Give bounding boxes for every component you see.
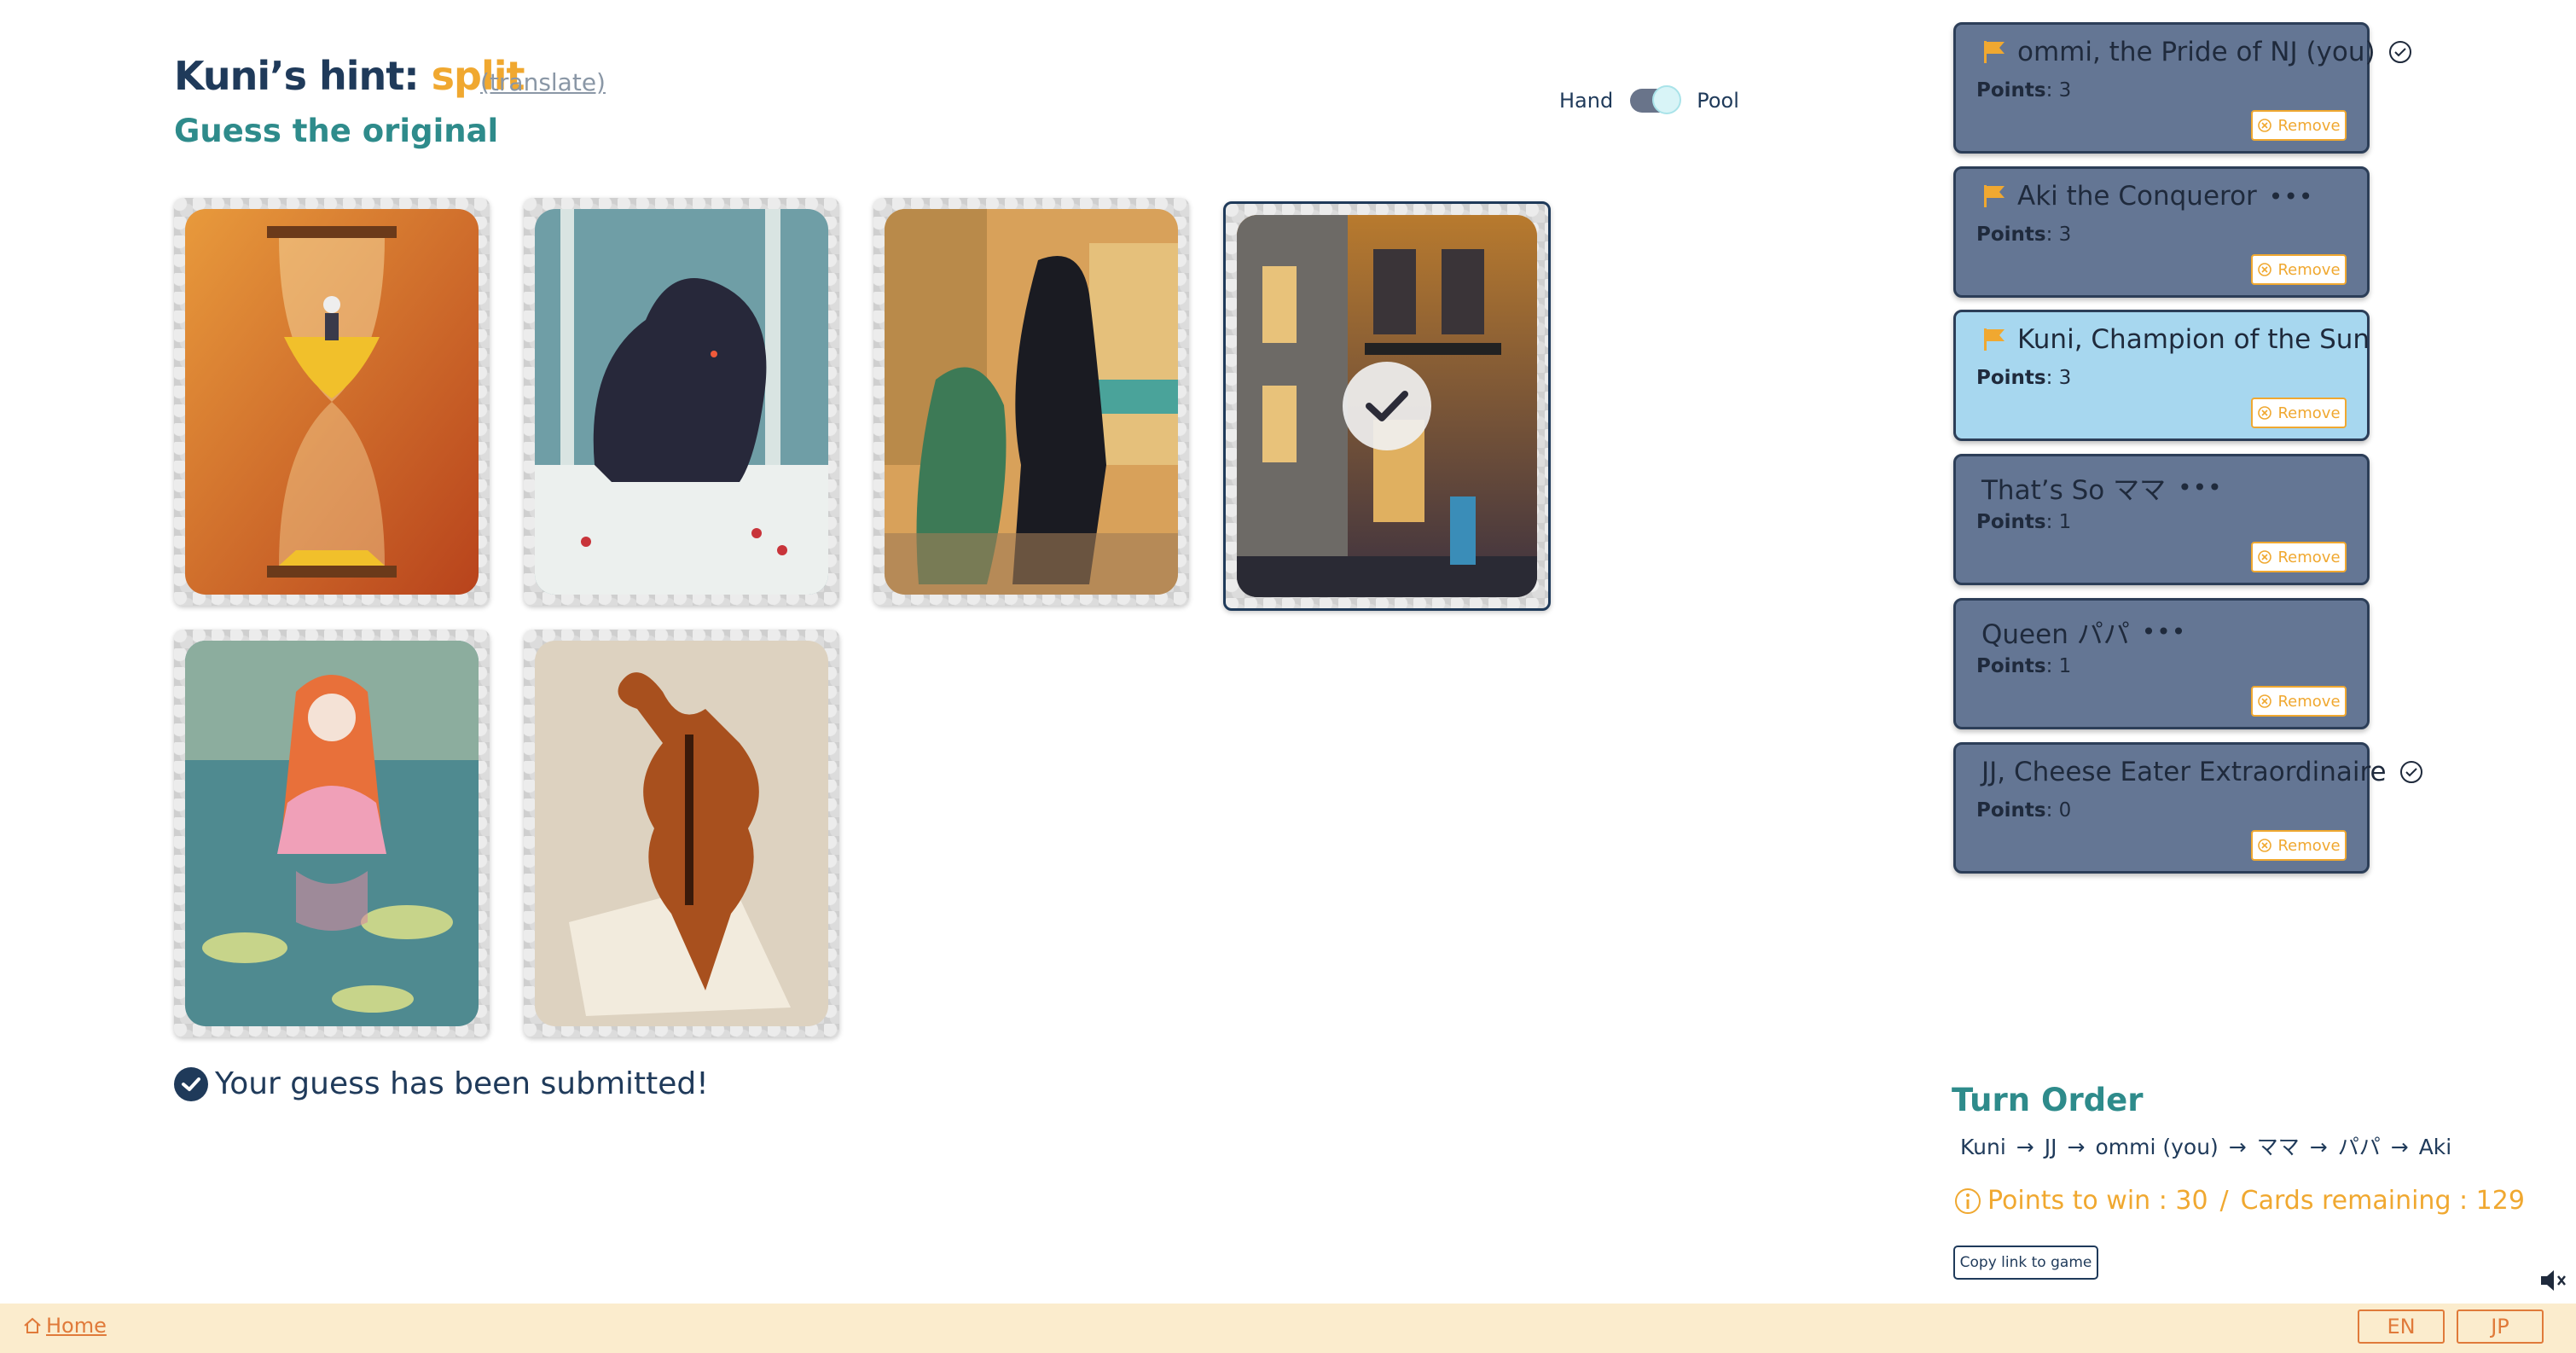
violin-card[interactable] <box>524 630 839 1037</box>
remove-x-icon <box>2258 119 2272 132</box>
guess-instruction: Guess the original <box>174 113 499 149</box>
remove-x-icon <box>2258 839 2272 852</box>
info-separator: / <box>2219 1186 2229 1216</box>
turn-name: Aki <box>2418 1135 2452 1159</box>
lang-jp-button[interactable]: JP <box>2457 1309 2544 1344</box>
girl-in-pond-card-art <box>185 641 479 1026</box>
more-dots-icon: ••• <box>2141 618 2187 646</box>
more-dots-icon: ••• <box>2268 182 2314 211</box>
home-link[interactable]: Home <box>22 1314 107 1338</box>
player-points: Points: 3 <box>1976 367 2072 389</box>
remove-player-button[interactable]: Remove <box>2251 254 2347 285</box>
player-card-jj: JJ, Cheese Eater Extraordinaire Points: … <box>1953 742 2422 874</box>
remove-x-icon <box>2258 550 2272 564</box>
submitted-check-icon <box>174 1066 208 1101</box>
lang-en-button[interactable]: EN <box>2358 1309 2445 1344</box>
turn-name: ommi (you) <box>2095 1135 2219 1159</box>
hand-pool-toggle[interactable] <box>1630 85 1682 114</box>
submitted-text: Your guess has been submitted! <box>215 1066 709 1101</box>
silhouette-street-card[interactable] <box>873 198 1189 606</box>
guess-submitted-message: Your guess has been submitted! <box>174 1066 709 1101</box>
hint-prefix: Kuni’s hint: <box>174 53 432 99</box>
girl-in-pond-card[interactable] <box>174 630 490 1037</box>
player-points: Points: 3 <box>1976 224 2072 246</box>
info-icon <box>1955 1188 1981 1214</box>
turn-name: ママ <box>2256 1135 2300 1159</box>
player-name: Kuni, Champion of the Sun <box>2017 324 2370 355</box>
arrow-right-icon: → <box>2016 1135 2034 1159</box>
player-card-mama: That’s So ママ ••• Points: 1 Remove <box>1953 454 2370 585</box>
game-info-line: Points to win : 30 / Cards remaining : 1… <box>1953 1186 2525 1216</box>
black-wolf-card-art <box>535 209 828 595</box>
points-to-win: Points to win : 30 <box>1987 1186 2208 1216</box>
translate-link[interactable]: (translate) <box>480 68 606 96</box>
remove-player-button[interactable]: Remove <box>2251 398 2347 428</box>
remove-x-icon <box>2258 406 2272 420</box>
violin-card-art <box>535 641 828 1026</box>
check-circle-icon <box>2388 41 2411 63</box>
hourglass-card[interactable] <box>174 198 490 606</box>
player-points: Points: 0 <box>1976 799 2072 822</box>
more-dots-icon: ••• <box>2178 473 2223 502</box>
turn-order-list: Kuni → JJ → ommi (you) → ママ → パパ → Aki <box>1960 1130 2451 1161</box>
remove-x-icon <box>2258 694 2272 708</box>
remove-player-button[interactable]: Remove <box>2251 110 2347 141</box>
footer-bar: Home EN JP <box>0 1304 2576 1353</box>
player-card-aki: Aki the Conqueror ••• Points: 3 Remove <box>1953 166 2370 298</box>
flag-icon <box>1984 41 2005 63</box>
check-circle-icon <box>2399 761 2422 783</box>
remove-x-icon <box>2258 263 2272 276</box>
cards-remaining: Cards remaining : 129 <box>2240 1186 2525 1216</box>
arrow-right-icon: → <box>2390 1135 2409 1159</box>
night-building-card[interactable] <box>1223 201 1551 611</box>
hand-label: Hand <box>1559 89 1614 113</box>
mute-icon[interactable] <box>2538 1268 2569 1297</box>
arrow-right-icon: → <box>2309 1135 2328 1159</box>
selected-check-badge <box>1343 362 1431 450</box>
player-name: ommi, the Pride of NJ (you) <box>2017 37 2376 67</box>
player-name-row: Queen パパ ••• <box>1981 613 2186 651</box>
player-name-row: Aki the Conqueror ••• <box>1981 181 2313 212</box>
player-name-row: Kuni, Champion of the Sun <box>1981 324 2370 355</box>
turn-name: パパ <box>2337 1135 2381 1159</box>
checkmark-icon <box>1366 391 1408 421</box>
hand-pool-toggle-group: Hand Pool <box>1559 85 1739 114</box>
player-name: JJ, Cheese Eater Extraordinaire <box>1981 757 2387 787</box>
player-name-row: JJ, Cheese Eater Extraordinaire <box>1981 757 2424 787</box>
flag-icon <box>1984 185 2005 207</box>
remove-player-button[interactable]: Remove <box>2251 830 2347 861</box>
player-card-kuni: Kuni, Champion of the Sun Points: 3 Remo… <box>1953 310 2370 441</box>
toggle-knob[interactable] <box>1652 85 1682 114</box>
player-name-row: That’s So ママ ••• <box>1981 468 2223 507</box>
player-name: Aki the Conqueror <box>2017 181 2257 212</box>
pool-label: Pool <box>1697 89 1739 113</box>
player-points: Points: 1 <box>1976 655 2072 677</box>
turn-name: Kuni <box>1960 1135 2006 1159</box>
hourglass-card-art <box>185 209 479 595</box>
turn-order-title: Turn Order <box>1952 1082 2144 1118</box>
player-name: That’s So ママ <box>1981 475 2167 506</box>
arrow-right-icon: → <box>2228 1135 2247 1159</box>
home-label: Home <box>46 1314 107 1338</box>
hint-title: Kuni’s hint: split <box>174 53 525 99</box>
copy-link-button[interactable]: Copy link to game <box>1953 1246 2098 1280</box>
silhouette-street-card-art <box>885 209 1178 595</box>
player-points: Points: 1 <box>1976 511 2072 533</box>
player-name-row: ommi, the Pride of NJ (you) <box>1981 37 2413 67</box>
player-name: Queen パパ <box>1981 619 2130 650</box>
home-icon <box>24 1317 41 1333</box>
flag-icon <box>1984 328 2005 351</box>
player-card-papa: Queen パパ ••• Points: 1 Remove <box>1953 598 2370 729</box>
black-wolf-card[interactable] <box>524 198 839 606</box>
player-card-ommi: ommi, the Pride of NJ (you) Points: 3 Re… <box>1953 22 2411 154</box>
arrow-right-icon: → <box>2067 1135 2086 1159</box>
remove-player-button[interactable]: Remove <box>2251 542 2347 572</box>
player-points: Points: 3 <box>1976 79 2072 102</box>
turn-name: JJ <box>2044 1135 2057 1159</box>
remove-player-button[interactable]: Remove <box>2251 686 2347 717</box>
